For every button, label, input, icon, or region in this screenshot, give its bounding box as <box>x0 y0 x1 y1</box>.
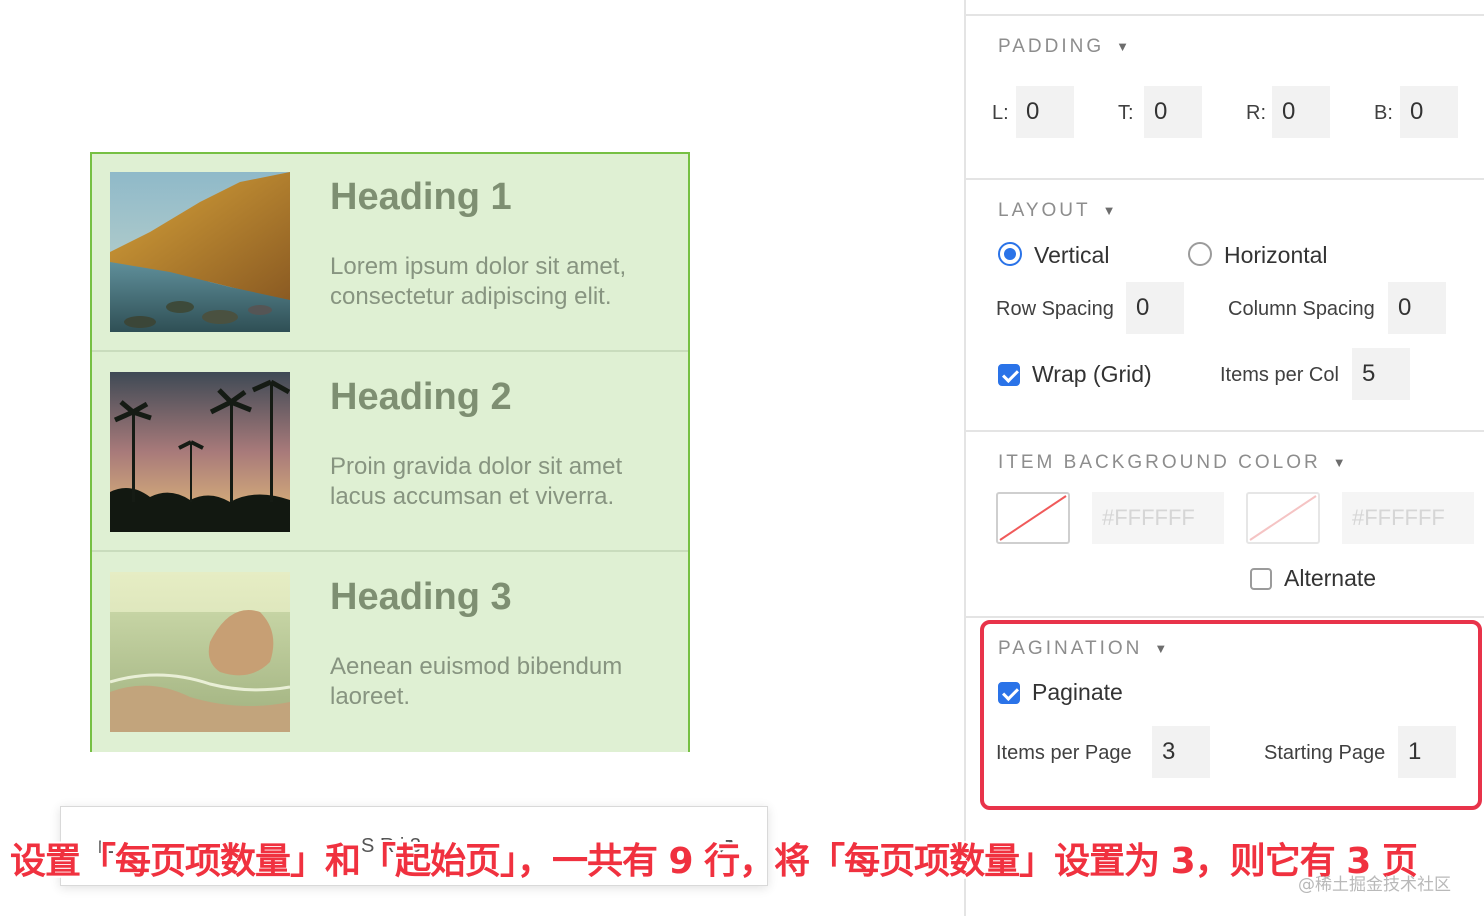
bg-color-swatch[interactable] <box>996 492 1070 544</box>
item-bg-title-text: ITEM BACKGROUND COLOR <box>998 452 1321 473</box>
layout-section-title[interactable]: LAYOUT ▼ <box>998 200 1115 222</box>
grid-card-3[interactable]: Heading 3 Aenean euismod bibendum laoree… <box>92 554 688 752</box>
section-divider <box>966 616 1484 618</box>
alternate-label[interactable]: Alternate <box>1284 565 1376 592</box>
palm-trees-sunset-photo <box>110 372 290 532</box>
design-canvas[interactable]: Heading 1 Lorem ipsum dolor sit amet, co… <box>0 0 964 916</box>
card-heading: Heading 3 <box>330 576 512 618</box>
vertical-radio[interactable] <box>998 242 1022 266</box>
card-heading: Heading 2 <box>330 376 512 418</box>
vertical-label[interactable]: Vertical <box>1034 242 1109 269</box>
section-divider <box>966 430 1484 432</box>
padding-section-title[interactable]: PADDING ▼ <box>998 36 1129 58</box>
column-spacing-label: Column Spacing <box>1228 298 1375 320</box>
section-divider <box>966 178 1484 180</box>
padding-right-field[interactable]: 0 <box>1272 86 1330 138</box>
column-spacing-field[interactable]: 0 <box>1388 282 1446 334</box>
card-text: Proin gravida dolor sit amet lacus accum… <box>330 453 623 510</box>
card-heading: Heading 1 <box>330 176 512 218</box>
padding-title-text: PADDING <box>998 36 1105 57</box>
items-per-col-field[interactable]: 5 <box>1352 348 1410 400</box>
row-spacing-field[interactable]: 0 <box>1126 282 1184 334</box>
padding-top-label: T: <box>1118 102 1134 124</box>
padding-left-label: L: <box>992 102 1009 124</box>
alternate-color-swatch[interactable] <box>1246 492 1320 544</box>
beach-rock-photo <box>110 572 290 732</box>
caret-down-icon[interactable]: ▼ <box>1333 455 1346 470</box>
padding-top-field[interactable]: 0 <box>1144 86 1202 138</box>
card-text: Lorem ipsum dolor sit amet, consectetur … <box>330 253 627 310</box>
grid-card-1[interactable]: Heading 1 Lorem ipsum dolor sit amet, co… <box>92 154 688 352</box>
property-panel: PADDING ▼ L: 0 T: 0 R: 0 B: 0 LAYOUT ▼ Ver… <box>964 0 1484 916</box>
bg-color-hex-field[interactable]: #FFFFFF <box>1092 492 1224 544</box>
alternate-color-hex-field[interactable]: #FFFFFF <box>1342 492 1474 544</box>
caret-down-icon[interactable]: ▼ <box>1116 39 1129 54</box>
padding-right-label: R: <box>1246 102 1266 124</box>
layout-title-text: LAYOUT <box>998 200 1091 221</box>
pagination-highlight-box <box>980 620 1482 810</box>
annotation-caption: 设置「每页项数量」和「起始页」，一共有 9 行，将「每页项数量」设置为 3，则它… <box>10 841 1418 882</box>
repeat-grid[interactable]: Heading 1 Lorem ipsum dolor sit amet, co… <box>90 152 690 752</box>
grid-card-2[interactable]: Heading 2 Proin gravida dolor sit amet l… <box>92 354 688 552</box>
alternate-checkbox[interactable] <box>1250 568 1272 590</box>
horizontal-radio[interactable] <box>1188 242 1212 266</box>
horizontal-label[interactable]: Horizontal <box>1224 242 1328 269</box>
padding-bottom-label: B: <box>1374 102 1393 124</box>
items-per-col-label: Items per Col <box>1220 364 1339 386</box>
padding-bottom-field[interactable]: 0 <box>1400 86 1458 138</box>
item-bg-section-title[interactable]: ITEM BACKGROUND COLOR ▼ <box>998 452 1346 474</box>
card-text: Aenean euismod bibendum laoreet. <box>330 653 623 710</box>
watermark: @稀土掘金技术社区 <box>1298 875 1451 895</box>
wrap-grid-label[interactable]: Wrap (Grid) <box>1032 361 1152 388</box>
wrap-grid-checkbox[interactable] <box>998 364 1020 386</box>
caret-down-icon[interactable]: ▼ <box>1103 203 1116 218</box>
padding-left-field[interactable]: 0 <box>1016 86 1074 138</box>
coastal-cliff-photo <box>110 172 290 332</box>
section-divider <box>966 14 1484 16</box>
row-spacing-label: Row Spacing <box>996 298 1114 320</box>
